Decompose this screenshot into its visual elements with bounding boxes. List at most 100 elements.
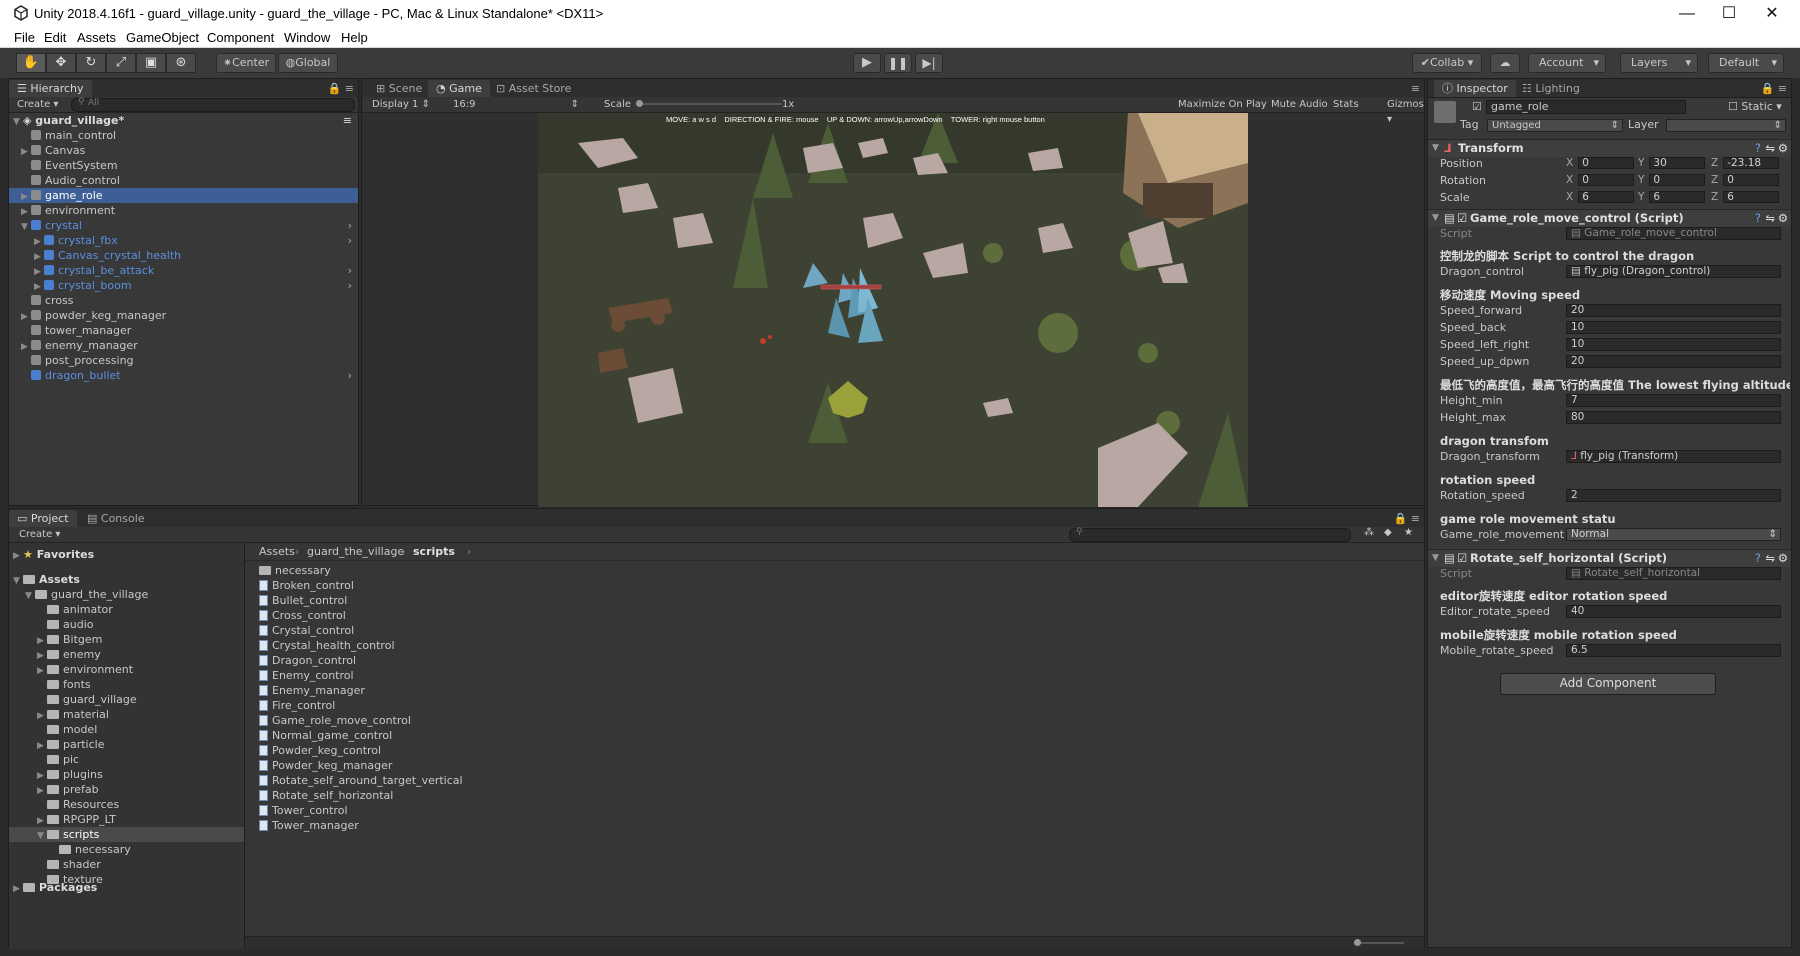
add-component-button[interactable]: Add Component — [1500, 673, 1716, 695]
folder-tree-item[interactable]: ▶ material — [9, 707, 244, 722]
hierarchy-item[interactable]: ▼ crystal › — [9, 218, 358, 233]
speed-back-field[interactable]: 10 — [1566, 321, 1781, 334]
script-list-item[interactable]: Tower_manager — [245, 818, 1424, 833]
space-global-button[interactable]: ◍Global — [278, 53, 338, 73]
position-x-field[interactable]: X0 — [1566, 157, 1635, 170]
gear-icon[interactable]: ⚙ — [1778, 550, 1788, 567]
menu-window[interactable]: Window — [284, 30, 330, 45]
menu-file[interactable]: File — [14, 30, 35, 45]
hierarchy-item[interactable]: ▶ Canvas — [9, 143, 358, 158]
favorites-item[interactable]: ▶ ★ Favorites — [9, 547, 244, 562]
folder-tree-item[interactable]: ▶ Bitgem — [9, 632, 244, 647]
move-tool-icon[interactable]: ✥ — [46, 53, 76, 73]
assets-root[interactable]: ▼ Assets — [9, 572, 244, 587]
hierarchy-item[interactable]: post_processing — [9, 353, 358, 368]
gizmos-dropdown[interactable]: Gizmos ▾ — [1387, 97, 1424, 127]
script-list-item[interactable]: Dragon_control — [245, 653, 1424, 668]
mobile-speed-field[interactable]: 6.5 — [1566, 644, 1781, 657]
panel-menu-icon[interactable]: 🔒 ≡ — [1390, 510, 1424, 527]
panel-menu-icon[interactable]: 🔒 ≡ — [324, 80, 358, 97]
breadcrumb-assets[interactable]: Assets — [259, 543, 295, 560]
search-input[interactable]: ⚲ All — [71, 97, 355, 112]
expand-arrow-icon[interactable]: ▼ — [1432, 550, 1439, 567]
scale-z-field[interactable]: Z6 — [1711, 191, 1780, 204]
folder-tree-item[interactable]: guard_village — [9, 692, 244, 707]
tab-lighting[interactable]: ☷ Lighting — [1514, 80, 1588, 97]
script-list-item[interactable]: Powder_keg_manager — [245, 758, 1424, 773]
script-list-item[interactable]: Broken_control — [245, 578, 1424, 593]
hierarchy-item[interactable]: dragon_bullet › — [9, 368, 358, 383]
tag-dropdown[interactable]: Untagged ⇕ — [1487, 119, 1623, 132]
folder-tree-item[interactable]: audio — [9, 617, 244, 632]
script-field[interactable]: ▤ Rotate_self_horizontal — [1566, 567, 1781, 580]
menu-assets[interactable]: Assets — [77, 30, 116, 45]
open-prefab-icon[interactable]: › — [348, 218, 352, 233]
rotation-z-field[interactable]: Z0 — [1711, 174, 1780, 187]
scene-menu-icon[interactable]: ≡ — [343, 113, 352, 128]
folder-tree-item[interactable]: model — [9, 722, 244, 737]
icon-size-slider[interactable] — [1354, 939, 1404, 946]
filter-label-icon[interactable]: ◆ — [1384, 527, 1392, 538]
movement-dropdown[interactable]: Normal ⇕ — [1566, 528, 1781, 541]
collab-button[interactable]: ✔Collab ▾ — [1412, 53, 1482, 73]
hand-tool-icon[interactable]: ✋ — [16, 53, 46, 73]
hierarchy-item[interactable]: Audio_control — [9, 173, 358, 188]
breadcrumb-scripts[interactable]: scripts — [413, 543, 455, 560]
script-list-item[interactable]: Bullet_control — [245, 593, 1424, 608]
aspect-dropdown[interactable]: 16:9 ⇕ — [453, 97, 579, 112]
folder-list-item[interactable]: necessary — [245, 563, 1424, 578]
folder-tree-item[interactable]: ▶ RPGPP_LT — [9, 812, 244, 827]
maximize-button[interactable]: ☐ — [1707, 0, 1751, 28]
breadcrumb-guard-the-village[interactable]: guard_the_village — [307, 543, 404, 560]
gear-icon[interactable]: ⚙ — [1778, 140, 1788, 157]
folder-tree-item[interactable]: pic — [9, 752, 244, 767]
height-min-field[interactable]: 7 — [1566, 394, 1781, 407]
menu-component[interactable]: Component — [207, 30, 274, 45]
pivot-center-button[interactable]: ⁕Center — [216, 53, 276, 73]
active-checkbox[interactable]: ☑ — [1472, 100, 1482, 113]
folder-tree-item[interactable]: shader — [9, 857, 244, 872]
open-prefab-icon[interactable]: › — [348, 263, 352, 278]
hierarchy-item[interactable]: ▶ crystal_be_attack › — [9, 263, 358, 278]
rotation-x-field[interactable]: X0 — [1566, 174, 1635, 187]
folder-tree-item[interactable]: ▼ guard_the_village — [9, 587, 244, 602]
panel-menu-icon[interactable]: ≡ — [1407, 80, 1424, 97]
menu-edit[interactable]: Edit — [44, 30, 66, 45]
help-icon[interactable]: ? — [1755, 140, 1761, 157]
script-list-item[interactable]: Cross_control — [245, 608, 1424, 623]
rotate-tool-icon[interactable]: ↻ — [76, 53, 106, 73]
filter-type-icon[interactable]: ⁂ — [1364, 527, 1374, 538]
scale-slider-thumb[interactable] — [636, 100, 643, 107]
static-toggle[interactable]: ☐ Static ▾ — [1728, 100, 1782, 113]
hierarchy-item[interactable]: ▶ crystal_fbx › — [9, 233, 358, 248]
stats-toggle[interactable]: Stats — [1333, 97, 1359, 112]
preset-icon[interactable]: ⇋ — [1765, 550, 1775, 567]
scale-slider[interactable] — [636, 100, 782, 107]
rotate-script-header[interactable]: ▼ ▤ ☑ Rotate_self_horizontal (Script) ? … — [1428, 549, 1791, 567]
hierarchy-item[interactable]: ▶ Canvas_crystal_health — [9, 248, 358, 263]
expand-arrow-icon[interactable]: ▼ — [1432, 140, 1439, 157]
hierarchy-item[interactable]: ▶ environment — [9, 203, 358, 218]
folder-tree-item[interactable]: ▼ scripts — [9, 827, 244, 842]
open-prefab-icon[interactable]: › — [348, 368, 352, 383]
scale-y-field[interactable]: Y6 — [1638, 191, 1706, 204]
script-field[interactable]: ▤ Game_role_move_control — [1566, 227, 1781, 240]
favorite-star-icon[interactable]: ★ — [1404, 527, 1413, 538]
layer-dropdown[interactable]: ⇕ — [1666, 119, 1786, 132]
dragon-transform-field[interactable]: ⅃ fly_pig (Transform) — [1566, 450, 1781, 463]
hierarchy-item[interactable]: tower_manager — [9, 323, 358, 338]
hierarchy-item[interactable]: ▶ enemy_manager — [9, 338, 358, 353]
transform-header[interactable]: ▼ ⅃ Transform ? ⇋ ⚙ — [1428, 139, 1791, 157]
position-y-field[interactable]: Y 30 — [1638, 157, 1706, 170]
expand-arrow-icon[interactable]: ▶ — [13, 549, 23, 564]
enabled-checkbox[interactable]: ☑ — [1457, 210, 1467, 227]
game-viewport[interactable]: MOVE: a w s d DIRECTION & FIRE: mouse UP… — [538, 113, 1248, 507]
move-script-header[interactable]: ▼ ▤ ☑ Game_role_move_control (Script) ? … — [1428, 209, 1791, 227]
enabled-checkbox[interactable]: ☑ — [1457, 550, 1467, 567]
speed-left-right-field[interactable]: 10 — [1566, 338, 1781, 351]
object-name-field[interactable]: game_role — [1486, 100, 1686, 114]
hierarchy-item[interactable]: EventSystem — [9, 158, 358, 173]
expand-arrow-icon[interactable]: ▶ — [13, 882, 23, 897]
speed-forward-field[interactable]: 20 — [1566, 304, 1781, 317]
folder-tree-item[interactable]: ▶ particle — [9, 737, 244, 752]
